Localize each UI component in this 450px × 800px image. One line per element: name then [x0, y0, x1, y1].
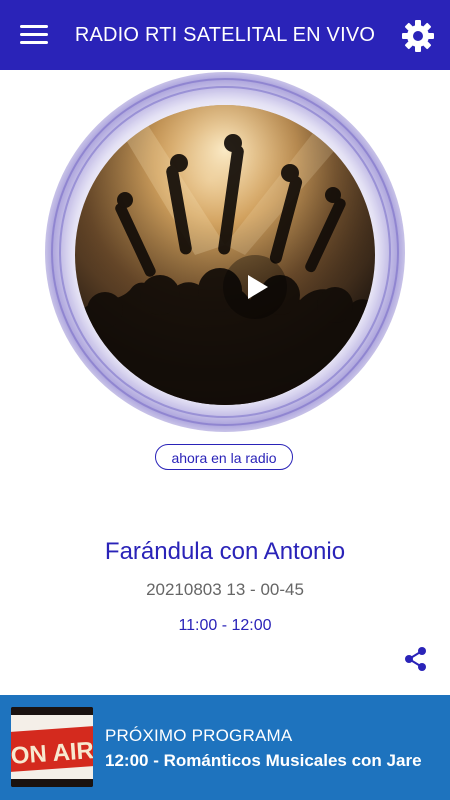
program-title: Farándula con Antonio	[104, 538, 346, 565]
menu-line	[20, 41, 48, 44]
menu-line	[20, 33, 48, 36]
play-icon	[248, 275, 268, 299]
top-app-bar: RADIO RTI SATELITAL EN VIVO	[0, 0, 450, 70]
share-icon[interactable]	[402, 645, 430, 673]
menu-line	[20, 25, 48, 28]
concert-crowd-image	[75, 105, 375, 405]
hamburger-menu-icon[interactable]	[20, 24, 50, 46]
program-subtitle: 20210803 13 - 00-45	[146, 580, 304, 599]
now-on-radio-badge[interactable]: ahora en la radio	[155, 444, 293, 470]
gear-icon[interactable]	[400, 18, 436, 54]
next-program-show: 12:00 - Románticos Musicales con Jare	[105, 751, 422, 770]
next-program-bar[interactable]: ON AIR PRÓXIMO PROGRAMA 12:00 - Romántic…	[0, 695, 450, 800]
station-artwork	[45, 72, 405, 432]
on-air-thumbnail: ON AIR	[11, 707, 93, 787]
program-time: 11:00 - 12:00	[178, 617, 272, 634]
app-title: RADIO RTI SATELITAL EN VIVO	[74, 24, 376, 46]
next-program-label: PRÓXIMO PROGRAMA	[105, 726, 293, 745]
play-button[interactable]	[223, 255, 287, 319]
on-air-text: ON AIR	[11, 737, 93, 770]
